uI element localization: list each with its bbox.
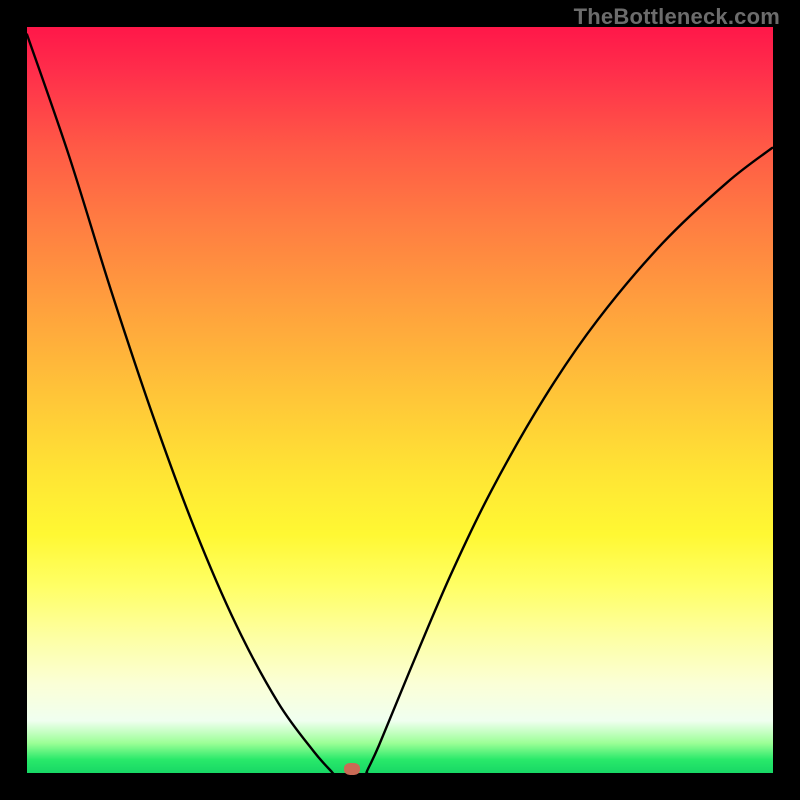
curve-right — [366, 148, 772, 773]
curve-left — [27, 34, 333, 773]
chart-frame: TheBottleneck.com — [0, 0, 800, 800]
curve-svg — [27, 27, 773, 773]
bottleneck-marker — [344, 763, 360, 775]
watermark-text: TheBottleneck.com — [574, 4, 780, 30]
